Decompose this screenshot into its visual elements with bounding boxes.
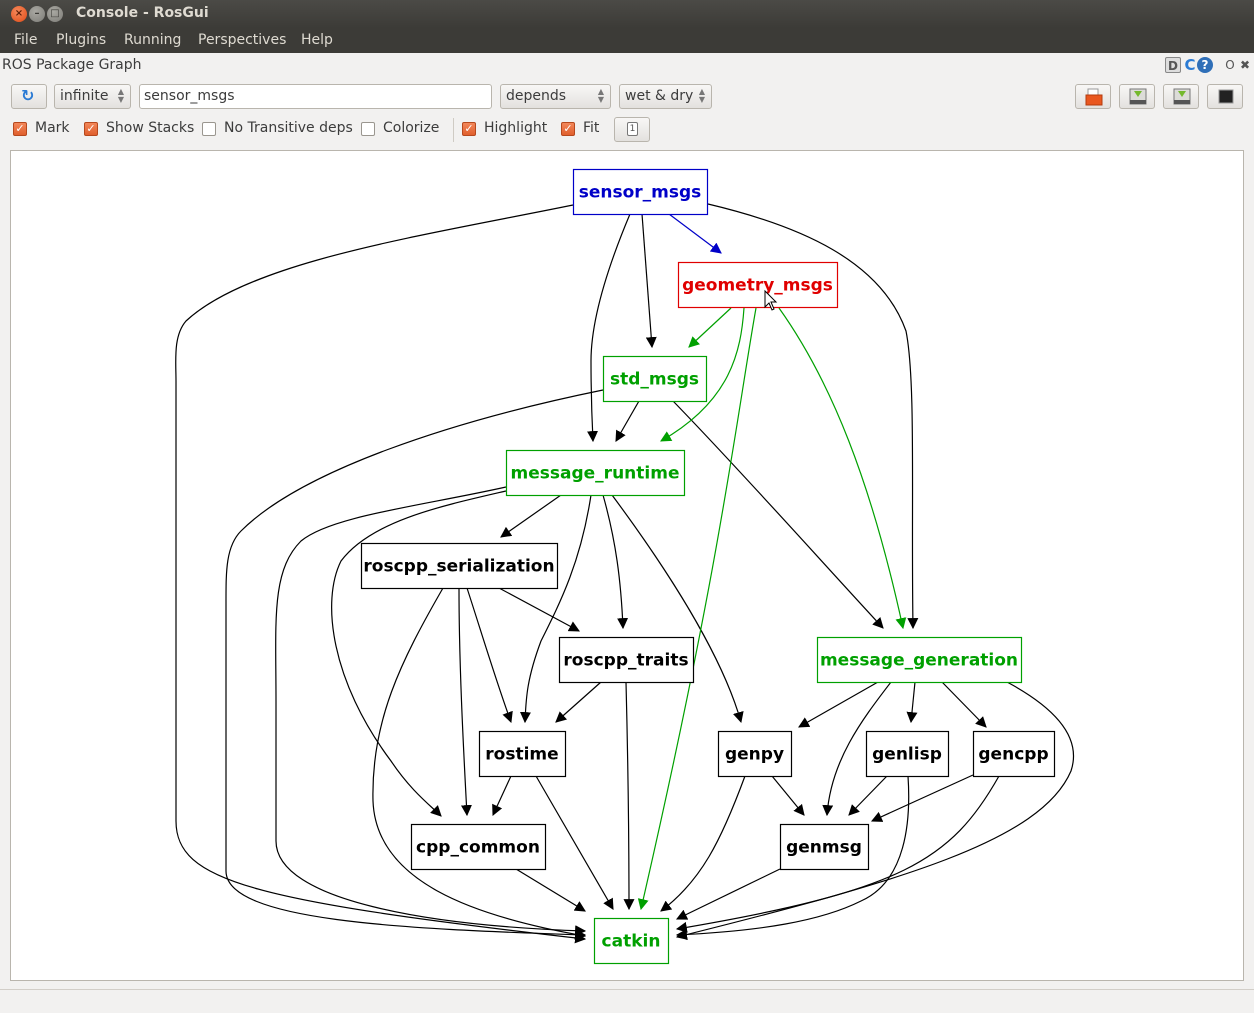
edge-genpy-to-catkin (660, 775, 746, 912)
edge-roscpp_traits-to-rostime (555, 681, 602, 723)
node-message_generation[interactable]: message_generation (816, 636, 1023, 684)
node-label: roscpp_serialization (363, 557, 554, 577)
node-gencpp[interactable]: gencpp (972, 730, 1056, 778)
edge-message_runtime-to-genpy (611, 494, 744, 724)
node-label: std_msgs (610, 370, 699, 390)
edge-roscpp_serialization-to-rostime (466, 587, 513, 724)
node-sensor_msgs[interactable]: sensor_msgs (572, 168, 709, 216)
node-label: cpp_common (416, 838, 540, 858)
edge-sensor_msgs-to-message_runtime (587, 213, 631, 443)
edge-message_generation-to-genpy (798, 681, 879, 728)
edge-message_runtime-to-rostime (519, 494, 592, 724)
node-roscpp_traits[interactable]: roscpp_traits (558, 636, 695, 684)
edge-rostime-to-catkin (535, 775, 614, 910)
edge-cpp_common-to-catkin (515, 868, 586, 912)
edge-message_generation-to-catkin (675, 681, 1075, 940)
edge-geometry_msgs-to-std_msgs (688, 307, 732, 348)
edge-genpy-to-genmsg (771, 775, 805, 816)
nodes-layer: sensor_msgs geometry_msgs std_msgs message_… (360, 168, 1056, 965)
node-label: genpy (725, 745, 784, 765)
node-genlisp[interactable]: genlisp (865, 730, 950, 778)
node-label: sensor_msgs (579, 183, 702, 203)
node-label: rostime (485, 745, 558, 765)
graph-canvas[interactable]: sensor_msgs geometry_msgs std_msgs message_… (10, 150, 1244, 981)
edge-message_runtime-to-roscpp_traits (602, 494, 629, 630)
edge-genlisp-to-genmsg (848, 775, 888, 816)
node-rostime[interactable]: rostime (478, 730, 567, 778)
node-label: message_generation (820, 651, 1018, 671)
edge-message_runtime-to-roscpp_serialization (500, 494, 562, 538)
node-label: message_runtime (511, 464, 680, 484)
edge-message_generation-to-gencpp (941, 681, 987, 728)
close-plugin-icon[interactable]: ✖ (1237, 57, 1253, 73)
node-label: roscpp_traits (563, 651, 688, 671)
edge-gencpp-to-genmsg (870, 774, 974, 822)
node-genpy[interactable]: genpy (717, 730, 793, 778)
edge-rostime-to-cpp_common (492, 775, 512, 816)
node-label: catkin (602, 932, 661, 952)
node-std_msgs[interactable]: std_msgs (602, 355, 708, 403)
edge-std_msgs-to-message_generation (672, 400, 884, 629)
node-cpp_common[interactable]: cpp_common (410, 823, 547, 871)
node-label: geometry_msgs (682, 276, 833, 296)
edges-layer (175, 203, 1075, 944)
node-label: genmsg (786, 838, 862, 858)
node-geometry_msgs[interactable]: geometry_msgs (677, 261, 839, 309)
edge-message_generation-to-genlisp (906, 681, 918, 724)
node-genmsg[interactable]: genmsg (779, 823, 870, 871)
edge-sensor_msgs-to-std_msgs (641, 213, 657, 349)
edge-std_msgs-to-message_runtime (615, 400, 640, 442)
status-bar (0, 989, 1254, 990)
edge-roscpp_traits-to-catkin (623, 681, 635, 911)
node-label: gencpp (978, 745, 1048, 765)
node-roscpp_serialization[interactable]: roscpp_serialization (360, 542, 559, 590)
node-catkin[interactable]: catkin (593, 917, 670, 965)
edge-roscpp_serialization-to-cpp_common (458, 587, 472, 817)
edge-geometry_msgs-to-message_generation (778, 307, 907, 630)
edge-sensor_msgs-to-geometry_msgs (668, 213, 722, 254)
edge-roscpp_serialization-to-roscpp_traits (498, 587, 580, 632)
node-label: genlisp (872, 745, 942, 765)
package-graph: sensor_msgs geometry_msgs std_msgs message_… (175, 168, 1075, 965)
edge-genmsg-to-catkin (676, 868, 781, 920)
node-message_runtime[interactable]: message_runtime (505, 449, 686, 497)
